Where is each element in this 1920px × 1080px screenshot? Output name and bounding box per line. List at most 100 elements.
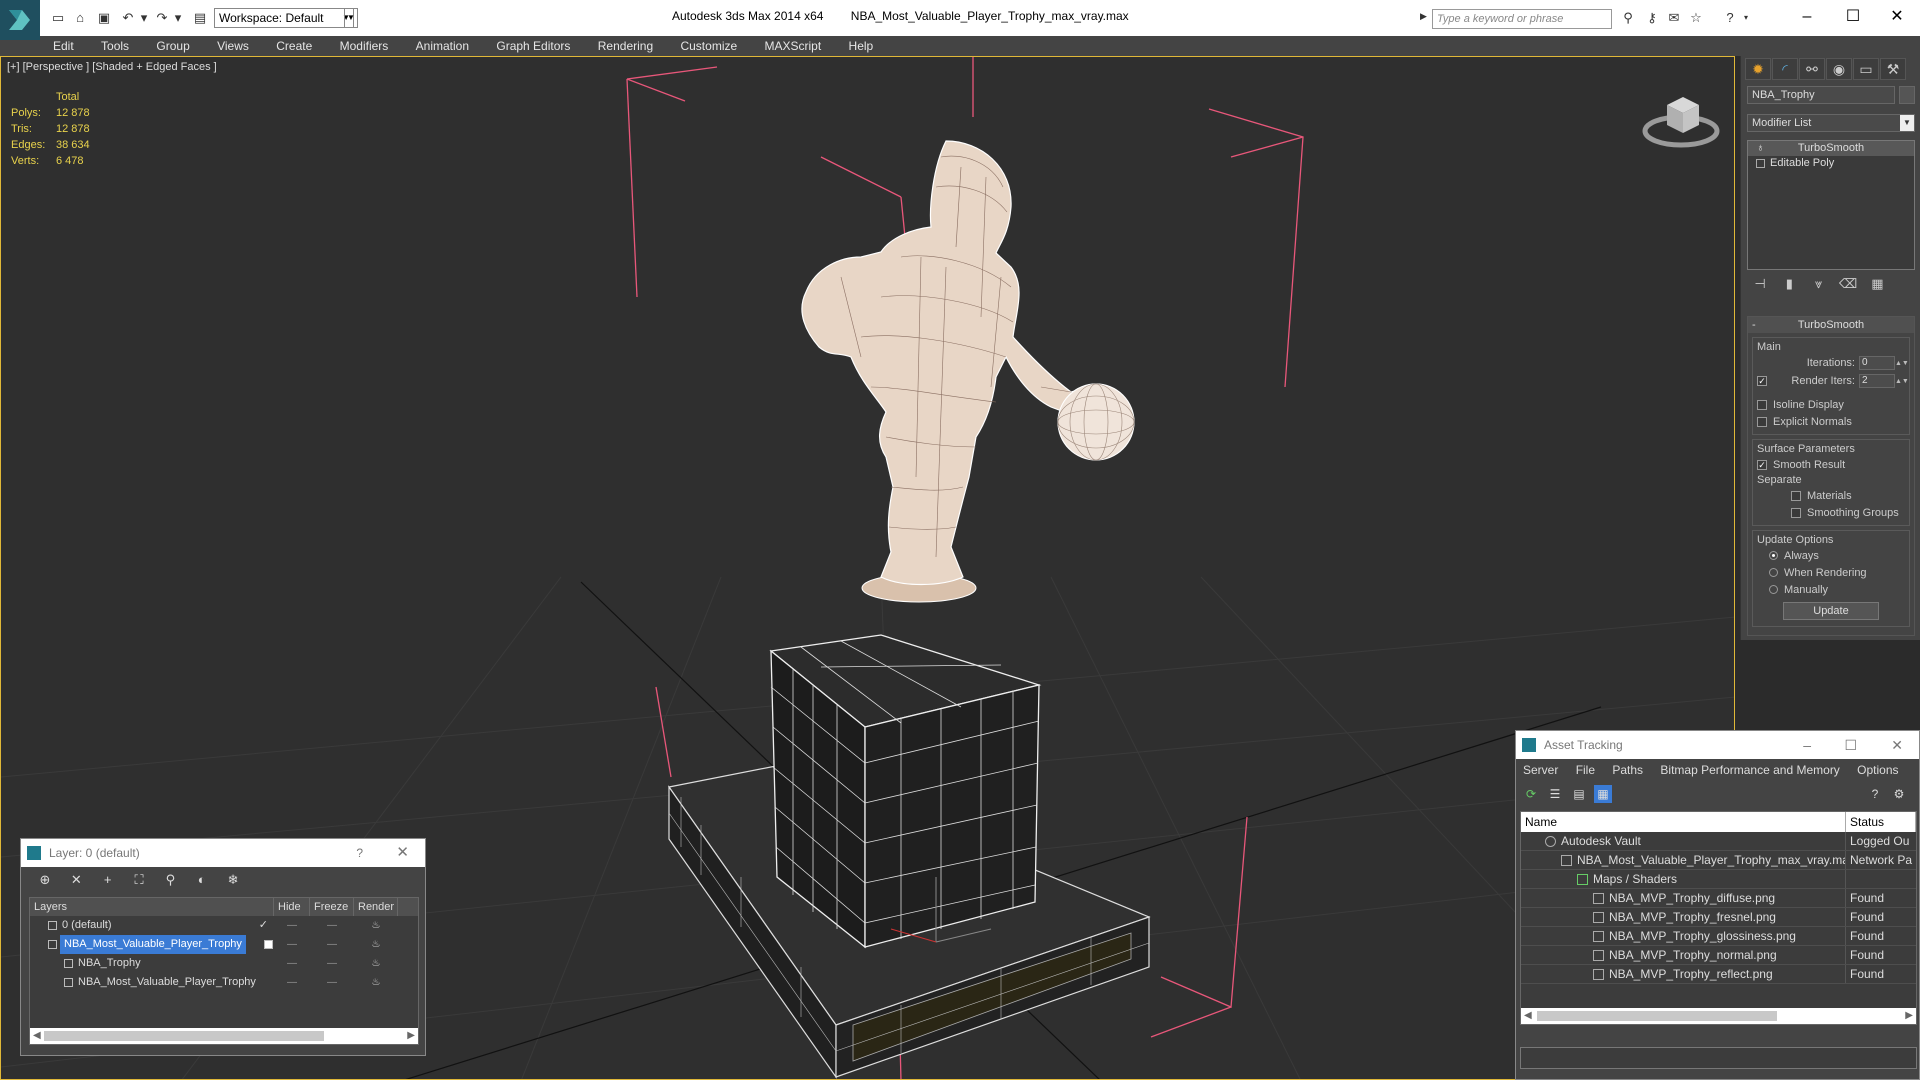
spinner-arrows-icon[interactable]: ▲▼ [1895,378,1909,385]
favorites-star-icon[interactable]: ☆ [1688,10,1704,26]
utilities-tab-icon[interactable]: ⚒ [1880,58,1906,80]
create-layer-icon[interactable]: ⊕ [31,867,59,893]
save-icon[interactable]: ▣ [96,10,112,26]
asset-row[interactable]: NBA_Most_Valuable_Player_Trophy_max_vray… [1521,851,1916,870]
layer-row[interactable]: NBA_Most_Valuable_Player_Trophy — — ♨ [30,973,418,992]
asset-menu-file[interactable]: File [1569,759,1602,781]
layer-row[interactable]: 0 (default) ✓ — — ♨ [30,916,418,935]
undo-icon[interactable]: ↶ [120,10,136,26]
workspace-extra-dropdown[interactable]: ▼ [344,8,358,28]
asset-row[interactable]: NBA_MVP_Trophy_fresnel.png Found [1521,908,1916,927]
show-end-result-icon[interactable]: ▮ [1776,272,1802,296]
asset-menu-server[interactable]: Server [1516,759,1565,781]
search-input[interactable]: Type a keyword or phrase [1432,9,1612,29]
col-status[interactable]: Status [1846,812,1916,832]
layer-row[interactable]: NBA_Most_Valuable_Player_Trophy — — ♨ [30,935,418,954]
menu-tools[interactable]: Tools [88,36,140,56]
project-folder-icon[interactable]: ▤ [192,10,208,26]
help-icon[interactable]: ? [1866,785,1884,803]
lightbulb-icon[interactable]: ♁ [1756,141,1765,154]
always-row[interactable]: Always [1757,547,1905,564]
rollout-header[interactable]: - TurboSmooth [1748,317,1914,333]
menu-rendering[interactable]: Rendering [585,36,664,56]
hide-all-icon[interactable]: ◐ [188,867,216,893]
object-name-field[interactable]: NBA_Trophy [1747,86,1895,104]
when-rendering-radio[interactable] [1769,568,1778,577]
menu-group[interactable]: Group [143,36,200,56]
scroll-left-icon[interactable]: ◀ [1524,1008,1532,1024]
new-file-icon[interactable]: ▭ [50,10,66,26]
explicit-normals-checkbox[interactable] [1757,416,1767,427]
search-expand-icon[interactable]: ▶ [1420,11,1427,22]
menu-graph-editors[interactable]: Graph Editors [483,36,581,56]
asset-row[interactable]: Maps / Shaders [1521,870,1916,889]
expand-box-icon[interactable] [1756,159,1765,168]
menu-views[interactable]: Views [204,36,260,56]
object-name[interactable]: NBA_Most_Valuable_Player_Trophy [78,973,256,992]
modifier-list-dropdown[interactable]: Modifier List ▼ [1747,114,1915,132]
col-freeze[interactable]: Freeze [310,898,354,916]
workspace-select[interactable]: Workspace: Default ▼ [214,8,354,28]
add-to-layer-icon[interactable]: + [94,867,122,893]
create-tab-sun-icon[interactable]: ✹ [1745,58,1771,80]
menu-create[interactable]: Create [263,36,323,56]
smooth-result-row[interactable]: ✓ Smooth Result [1757,456,1905,473]
undo-dropdown-icon[interactable]: ▾ [136,10,152,26]
hide-toggle[interactable]: — [274,935,310,954]
menu-animation[interactable]: Animation [403,36,480,56]
refresh-icon[interactable]: ⟳ [1522,785,1540,803]
materials-row[interactable]: Materials [1757,487,1905,504]
menu-maxscript[interactable]: MAXScript [752,36,833,56]
layer-dialog-titlebar[interactable]: Layer: 0 (default) ? ✕ [21,839,425,867]
scroll-right-icon[interactable]: ▶ [407,1028,415,1044]
motion-tab-icon[interactable]: ◉ [1826,58,1852,80]
list-view-icon[interactable]: ☰ [1546,785,1564,803]
highlight-layer-icon[interactable]: ⚲ [156,867,184,893]
help-dropdown-icon[interactable]: ▾ [1738,10,1754,26]
minimize-icon[interactable]: – [1803,731,1811,759]
active-layer-check-icon[interactable]: ✓ [259,916,268,935]
col-hide[interactable]: Hide [274,898,310,916]
layer-name[interactable]: 0 (default) [62,916,112,935]
menu-edit[interactable]: Edit [40,36,85,56]
smooth-result-checkbox[interactable]: ✓ [1757,459,1767,470]
redo-dropdown-icon[interactable]: ▾ [170,10,186,26]
freeze-toggle[interactable]: — [310,954,354,973]
hide-toggle[interactable]: — [274,916,310,935]
settings-icon[interactable]: ⚙ [1890,785,1908,803]
scroll-left-icon[interactable]: ◀ [33,1028,41,1044]
remove-modifier-icon[interactable]: ⌫ [1835,272,1861,296]
freeze-toggle[interactable]: — [310,916,354,935]
layer-row[interactable]: NBA_Trophy — — ♨ [30,954,418,973]
display-tab-icon[interactable]: ▭ [1853,58,1879,80]
isoline-row[interactable]: Isoline Display [1757,396,1905,413]
manually-row[interactable]: Manually [1757,581,1905,598]
make-unique-icon[interactable]: ⩔ [1806,272,1832,296]
close-icon[interactable]: ✕ [1891,731,1903,759]
asset-dialog-titlebar[interactable]: Asset Tracking – ☐ ✕ [1516,731,1919,759]
menu-help[interactable]: Help [836,36,885,56]
hide-toggle[interactable]: — [274,954,310,973]
table-view-icon[interactable]: ▦ [1594,785,1612,803]
col-layers[interactable]: Layers [30,898,274,916]
freeze-all-icon[interactable]: ❄ [219,867,247,893]
spinner-arrows-icon[interactable]: ▲▼ [1895,360,1909,367]
maximize-icon[interactable]: ☐ [1844,731,1857,759]
modify-tab-icon[interactable]: ◜ [1772,58,1798,80]
iterations-spinner[interactable]: 0 [1859,356,1895,370]
asset-row[interactable]: NBA_MVP_Trophy_normal.png Found [1521,946,1916,965]
stack-item-turbosmooth[interactable]: ♁ TurboSmooth [1748,141,1914,156]
minimize-button[interactable]: – [1784,4,1830,30]
horizontal-scrollbar[interactable]: ◀ ▶ [1521,1008,1916,1024]
scroll-thumb[interactable] [1537,1011,1777,1021]
app-logo-button[interactable] [0,0,40,40]
asset-row[interactable]: NBA_MVP_Trophy_glossiness.png Found [1521,927,1916,946]
asset-menu-options[interactable]: Options [1850,759,1905,781]
configure-modifier-sets-icon[interactable]: ▦ [1864,272,1890,296]
thumbnail-view-icon[interactable]: ▤ [1570,785,1588,803]
render-teapot-icon[interactable]: ♨ [354,935,398,954]
asset-row[interactable]: Autodesk Vault Logged Ou [1521,832,1916,851]
scroll-thumb[interactable] [44,1031,324,1041]
set-current-layer-box[interactable] [264,940,273,949]
key-icon[interactable]: ⚷ [1644,10,1660,26]
